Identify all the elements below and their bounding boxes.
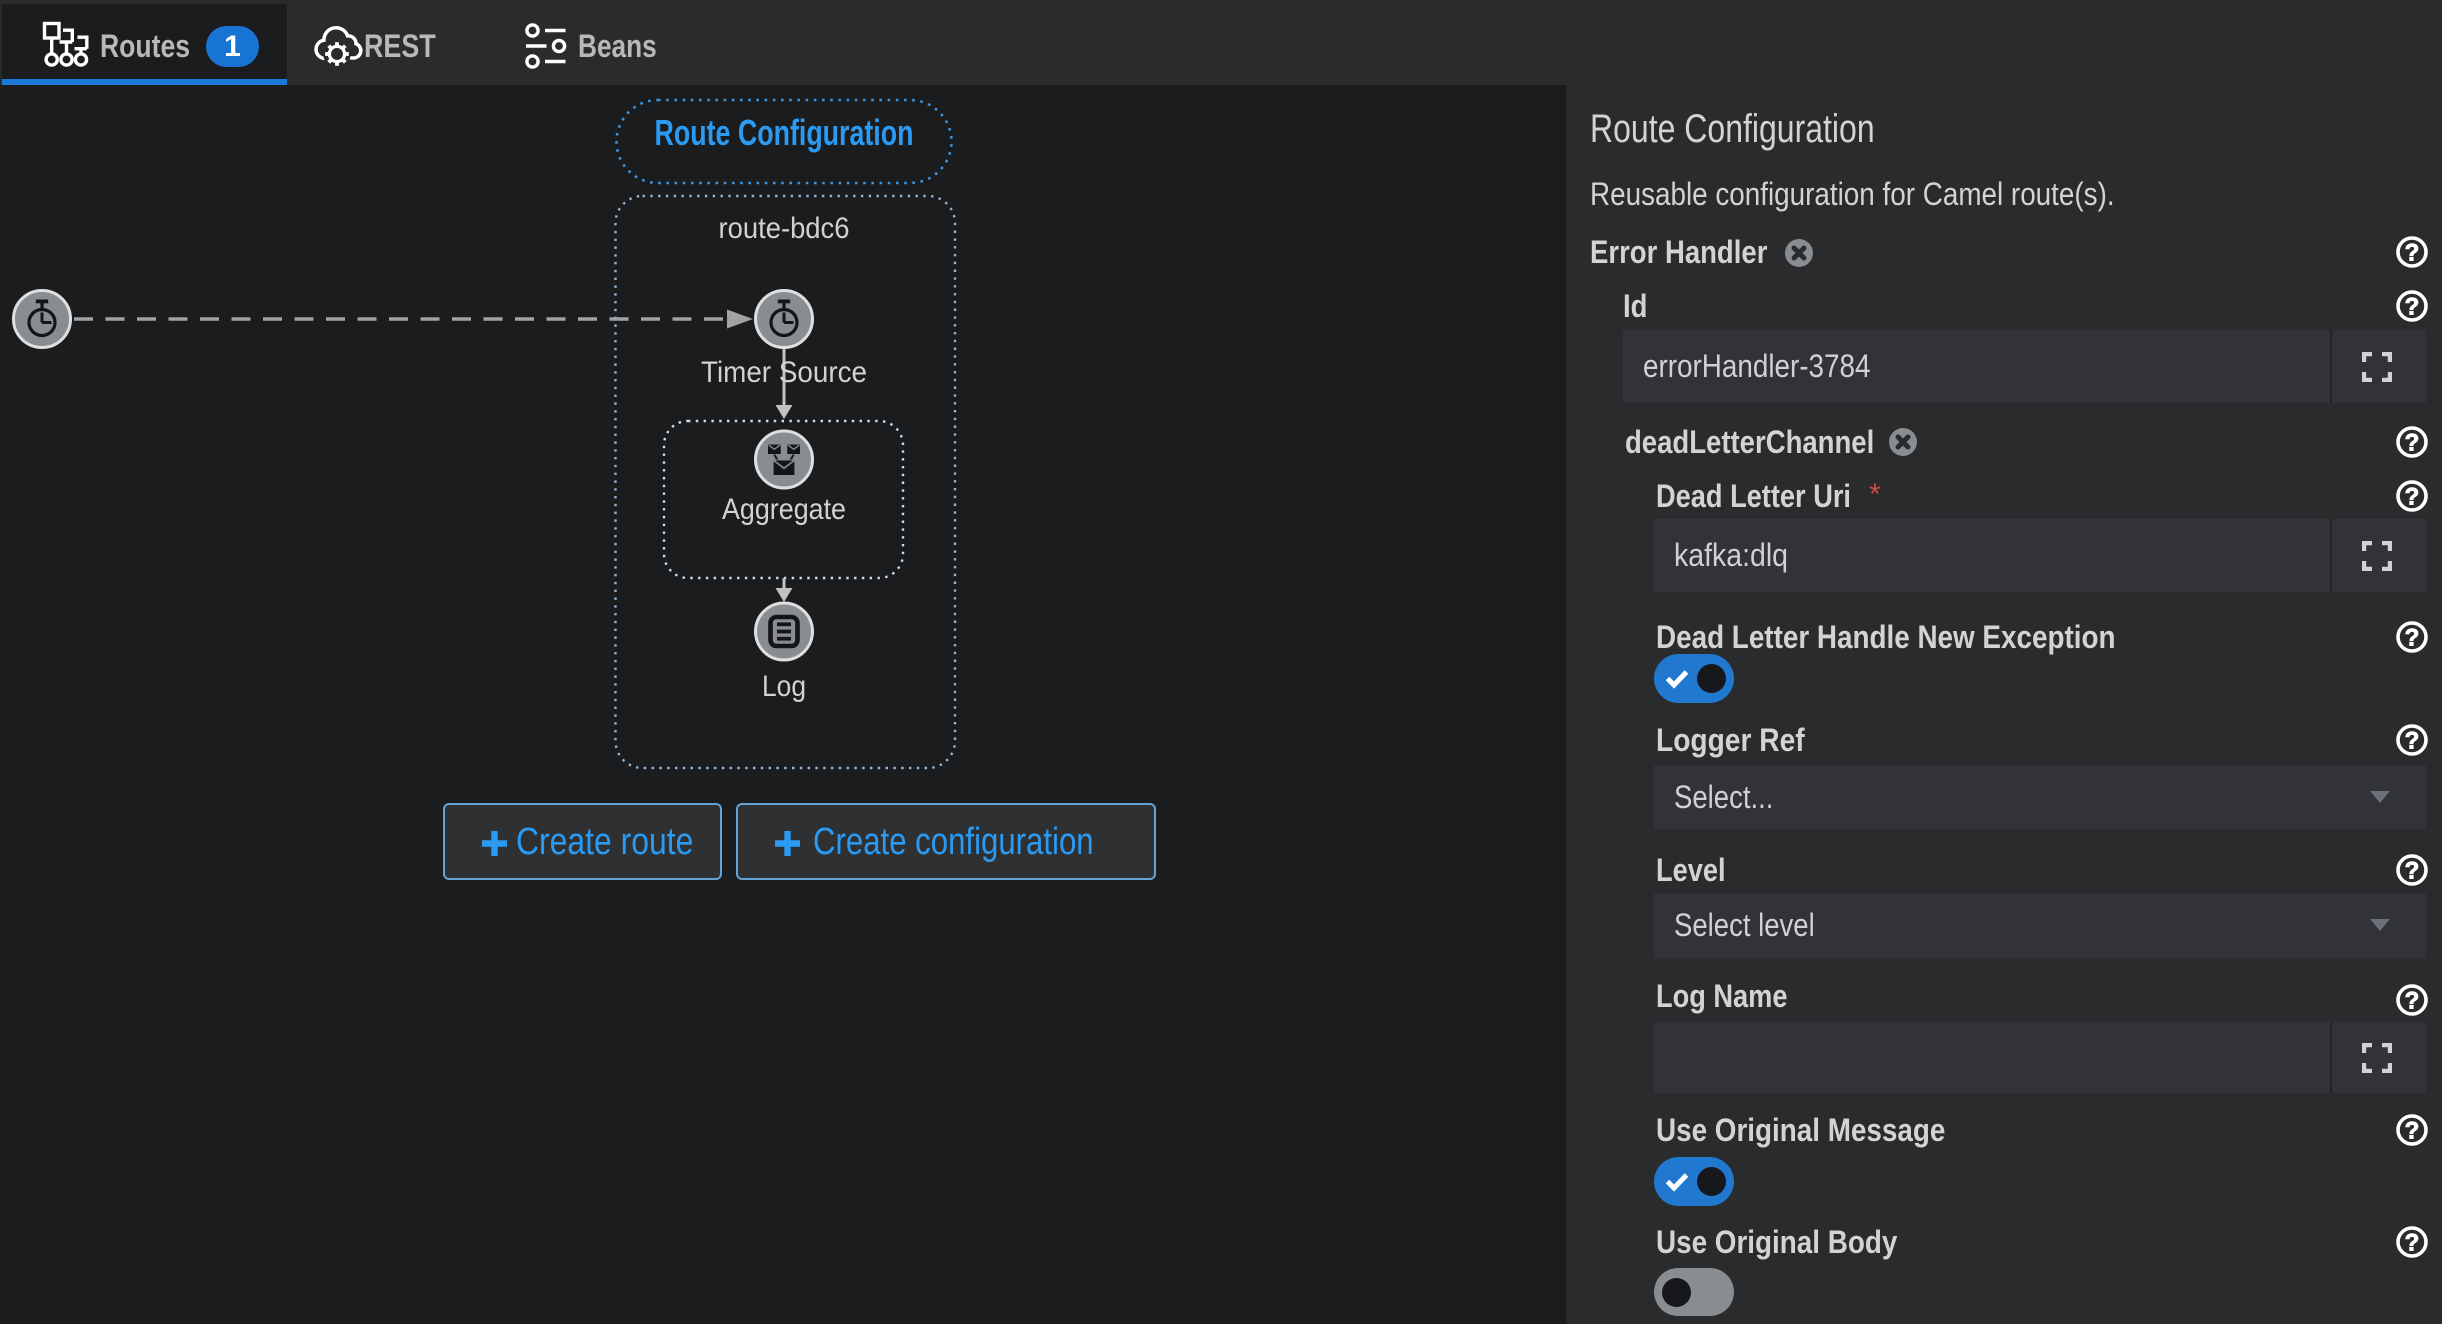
svg-text:Aggregate: Aggregate bbox=[722, 493, 846, 526]
svg-text:Timer Source: Timer Source bbox=[701, 356, 867, 389]
svg-text:?: ? bbox=[2405, 430, 2420, 457]
svg-text:?: ? bbox=[2405, 1118, 2420, 1145]
svg-text:?: ? bbox=[2405, 1230, 2420, 1257]
svg-text:Log: Log bbox=[762, 670, 806, 703]
svg-text:?: ? bbox=[2405, 240, 2420, 267]
svg-text:route-bdc6: route-bdc6 bbox=[719, 212, 850, 245]
svg-text:?: ? bbox=[2405, 988, 2420, 1015]
svg-text:?: ? bbox=[2405, 625, 2420, 652]
svg-text:Route Configuration: Route Configuration bbox=[655, 112, 914, 153]
svg-text:?: ? bbox=[2405, 858, 2420, 885]
svg-text:?: ? bbox=[2405, 294, 2420, 321]
svg-text:?: ? bbox=[2405, 728, 2420, 755]
svg-text:?: ? bbox=[2405, 484, 2420, 511]
